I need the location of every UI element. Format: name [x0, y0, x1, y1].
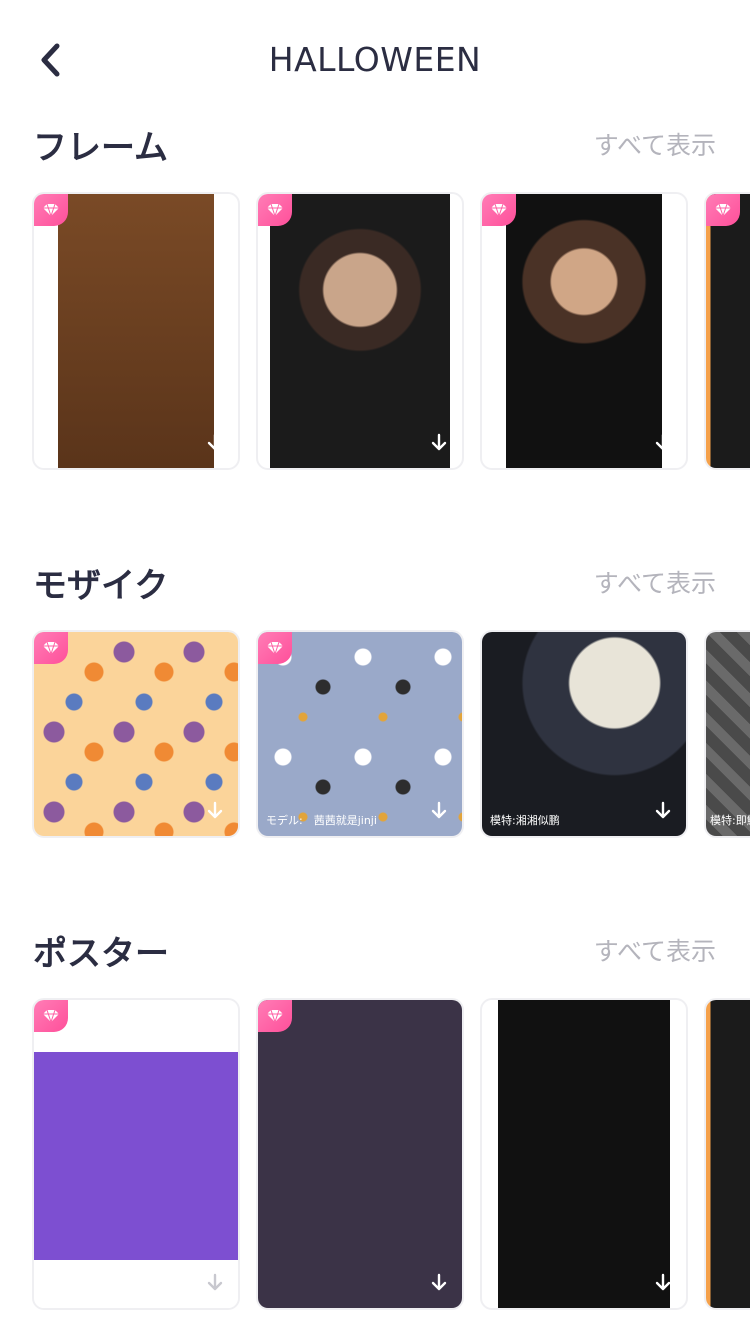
download-icon[interactable] — [428, 1272, 450, 1294]
section-header-poster: ポスター すべて表示 — [0, 918, 750, 978]
thumbnail — [258, 194, 462, 468]
poster-image — [498, 1000, 670, 1308]
download-icon[interactable] — [428, 432, 450, 454]
diamond-icon — [715, 203, 731, 217]
premium-badge — [34, 632, 68, 664]
template-card[interactable] — [480, 192, 688, 470]
download-icon[interactable] — [652, 1272, 674, 1294]
template-card[interactable] — [256, 998, 464, 1310]
section-title: モザイク — [33, 566, 169, 606]
download-icon[interactable] — [652, 432, 674, 454]
model-caption: 模特:湘湘似鹏 — [490, 814, 560, 827]
section-header-frame: フレーム すべて表示 — [0, 112, 750, 172]
thumbnail — [34, 1000, 238, 1308]
template-card[interactable] — [256, 192, 464, 470]
thumbnail — [706, 194, 750, 468]
premium-badge — [258, 194, 292, 226]
thumbnail — [706, 632, 750, 836]
diamond-icon — [267, 1009, 283, 1023]
diamond-icon — [267, 203, 283, 217]
model-caption: モデル: 茜茜就是jinji — [266, 814, 377, 827]
frame-row[interactable] — [0, 192, 750, 472]
template-card[interactable]: モデル: 茜茜就是jinji — [256, 630, 464, 838]
diamond-icon — [43, 641, 59, 655]
photo-image — [506, 194, 662, 468]
page-title: HALLOWEEN — [268, 40, 482, 79]
template-card[interactable] — [480, 998, 688, 1310]
template-card[interactable] — [32, 998, 240, 1310]
template-card[interactable] — [704, 192, 750, 470]
thumbnail — [482, 194, 686, 468]
premium-badge — [706, 194, 740, 226]
download-icon[interactable] — [204, 1272, 226, 1294]
thumbnail — [258, 1000, 462, 1308]
poster-row[interactable] — [0, 998, 750, 1310]
template-card[interactable]: 模特:湘湘似鹏 — [480, 630, 688, 838]
diamond-icon — [491, 203, 507, 217]
diamond-icon — [267, 641, 283, 655]
mosaic-row[interactable]: モデル: 茜茜就是jinji 模特:湘湘似鹏 模特:即鮮力 — [0, 630, 750, 838]
wanted-poster-image — [58, 194, 214, 468]
diamond-icon — [43, 203, 59, 217]
section-header-mosaic: モザイク すべて表示 — [0, 550, 750, 610]
see-all-link[interactable]: すべて表示 — [594, 126, 716, 162]
template-card[interactable]: 模特:即鮮力 — [704, 630, 750, 838]
download-icon[interactable] — [652, 800, 674, 822]
download-icon[interactable] — [428, 800, 450, 822]
thumbnail — [482, 1000, 686, 1308]
download-icon[interactable] — [204, 800, 226, 822]
premium-badge — [258, 632, 292, 664]
section-title: フレーム — [33, 128, 168, 168]
thumbnail — [706, 1000, 750, 1308]
section-title: ポスター — [33, 934, 169, 974]
top-bar: HALLOWEEN — [0, 0, 750, 120]
diamond-icon — [43, 1009, 59, 1023]
template-card[interactable] — [704, 998, 750, 1310]
model-caption: 模特:即鮮力 — [710, 814, 750, 827]
see-all-link[interactable]: すべて表示 — [594, 932, 716, 968]
premium-badge — [258, 1000, 292, 1032]
photo-image — [270, 194, 450, 468]
template-card[interactable] — [32, 192, 240, 470]
see-all-link[interactable]: すべて表示 — [594, 564, 716, 600]
premium-badge — [34, 1000, 68, 1032]
thumbnail — [34, 194, 238, 468]
premium-badge — [482, 194, 516, 226]
premium-badge — [34, 194, 68, 226]
download-icon[interactable] — [204, 432, 226, 454]
template-card[interactable] — [32, 630, 240, 838]
